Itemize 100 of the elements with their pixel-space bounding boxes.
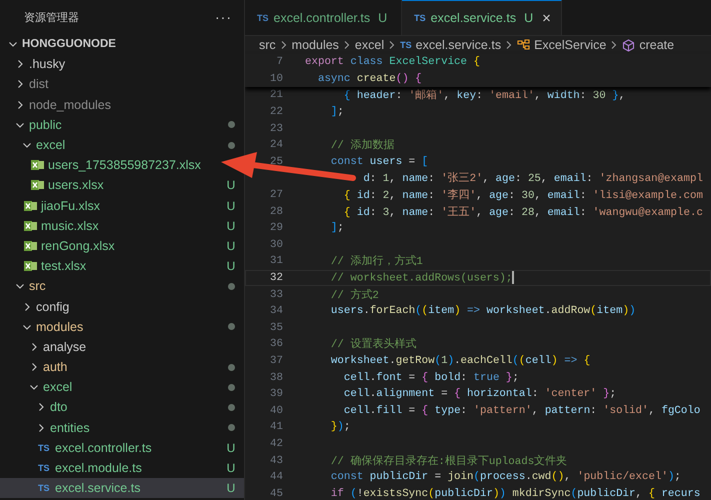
breadcrumb-item[interactable]: src (259, 38, 276, 52)
line-number: 23 (269, 122, 284, 135)
code-line: const publicDir = join(process.cwd(), 'public/excel'); (330, 471, 681, 484)
chevron-icon (388, 40, 396, 50)
typescript-icon: TS (38, 442, 51, 453)
tree-item[interactable]: excel (0, 377, 218, 398)
workspace-root[interactable]: HONGGUONODE (0, 34, 244, 54)
tree-item[interactable]: analyse (0, 336, 218, 357)
tree-item[interactable]: TS excel.service.ts (0, 478, 218, 498)
git-status-label: U (226, 218, 236, 233)
code-line: cell.alignment = { horizontal: 'center' }; (342, 388, 616, 400)
tree-item[interactable]: renGong.xlsx (0, 236, 218, 256)
tree-item[interactable]: users.xlsx (0, 175, 218, 196)
code-line: d: 1, name: '张三2', age: 25, email: 'zhangsan@exampl (362, 171, 703, 186)
spreadsheet-icon (24, 200, 37, 212)
chevron-icon (342, 40, 351, 50)
chevron-icon (280, 40, 288, 50)
typescript-icon: TS (400, 40, 412, 50)
line-number: 22 (269, 106, 284, 118)
chevron-icon (505, 40, 514, 50)
code-line: if (!existsSync(publicDir)) mkdirSync(publicDir, { recurs (330, 488, 700, 500)
tree-item[interactable]: test.xlsx (0, 256, 218, 276)
tree-item[interactable]: excel (0, 134, 218, 156)
tree-item[interactable]: dto (0, 397, 218, 418)
line-number: 39 (269, 388, 284, 400)
code-line: export class ExcelService { (305, 56, 480, 68)
code-line: ]; (330, 222, 344, 234)
spreadsheet-icon (24, 260, 37, 272)
tree-item[interactable]: TS excel.controller.ts (0, 438, 218, 458)
typescript-icon: TS (38, 463, 51, 474)
chevron-icon (8, 39, 18, 50)
more-actions-button[interactable]: ··· (215, 9, 232, 25)
editor-tab[interactable]: TS excel.service.ts U × (402, 0, 562, 35)
line-number: 10 (269, 72, 284, 85)
breadcrumb-item[interactable]: TS excel.service.ts (400, 38, 502, 52)
line-number: 33 (269, 288, 284, 301)
tree-item[interactable]: config (0, 296, 218, 317)
tree-item[interactable]: .husky (0, 54, 218, 74)
tree-item[interactable]: entities (0, 418, 218, 438)
line-number: 27 (269, 189, 284, 202)
chevron-icon (15, 100, 25, 110)
git-status-label: U (226, 238, 236, 253)
code-line: // 确保保存目录存在:根目录下uploads文件夹 (330, 454, 568, 468)
code-line: users.forEach((item) => worksheet.addRow(item)) (330, 305, 636, 318)
code-line: // 添加数据 (330, 138, 394, 152)
code-line: cell.fill = { type: 'pattern', pattern: 'solid', fgColo (342, 404, 700, 417)
code-line: // worksheet.addRows(users); (330, 271, 514, 285)
close-button[interactable]: × (542, 10, 551, 26)
chevron-icon (15, 79, 25, 90)
git-status-label: U (226, 461, 236, 476)
line-number: 36 (269, 338, 284, 350)
line-number: 35 (269, 322, 284, 334)
spreadsheet-icon (31, 159, 44, 172)
line-number: 28 (269, 206, 284, 218)
cube-icon (622, 38, 636, 52)
tree-item[interactable]: modules (0, 316, 218, 337)
line-number: 45 (269, 488, 284, 500)
tree-item[interactable]: music.xlsx (0, 216, 218, 236)
git-status-label: U (378, 10, 388, 24)
code-line: }); (330, 421, 350, 434)
chevron-icon (29, 382, 39, 392)
tree-item[interactable]: jiaoFu.xlsx (0, 196, 218, 216)
code-line: // 设置表头样式 (330, 337, 416, 352)
line-number: 31 (269, 255, 284, 268)
typescript-icon: TS (257, 12, 269, 22)
line-number: 42 (269, 438, 284, 450)
panel-title: 资源管理器 (24, 10, 79, 24)
line-number: 43 (269, 454, 284, 467)
tree-item[interactable]: dist (0, 74, 218, 95)
tree-item[interactable]: auth (0, 357, 218, 378)
chevron-icon (29, 362, 39, 372)
line-number: 34 (269, 305, 284, 318)
tree-item[interactable]: public (0, 114, 218, 135)
line-number: 32 (269, 272, 284, 284)
spreadsheet-icon (24, 240, 37, 252)
line-number: 44 (269, 471, 284, 484)
chevron-icon (29, 342, 39, 352)
spreadsheet-icon (24, 220, 37, 232)
tree-item[interactable]: users_1753855987237.xlsx (0, 155, 218, 176)
tree-item[interactable]: node_modules (0, 94, 218, 115)
breadcrumb-item[interactable]: modules (292, 38, 339, 52)
git-status-label: U (226, 198, 236, 213)
chevron-icon (36, 422, 46, 433)
spreadsheet-icon (31, 179, 44, 192)
line-number: 24 (269, 139, 284, 152)
breadcrumb-item[interactable]: create (622, 38, 674, 52)
chevron-icon (15, 59, 25, 70)
typescript-icon: TS (414, 13, 426, 23)
git-status-label: U (226, 178, 236, 192)
code-line: ]; (330, 106, 344, 118)
code-line: // 方式2 (330, 288, 379, 302)
git-status-label: U (226, 481, 236, 496)
tree-item[interactable]: TS excel.module.ts (0, 458, 218, 478)
line-number: 30 (269, 238, 284, 251)
chevron-icon (22, 302, 32, 312)
breadcrumb-item[interactable]: excel (354, 38, 384, 52)
tree-item[interactable]: src (0, 276, 218, 296)
code-line: { id: 2, name: '李四', age: 30, email: 'lisi@example.com (342, 188, 703, 202)
line-number: 7 (276, 56, 284, 68)
breadcrumb-item[interactable]: ExcelService (517, 38, 606, 52)
